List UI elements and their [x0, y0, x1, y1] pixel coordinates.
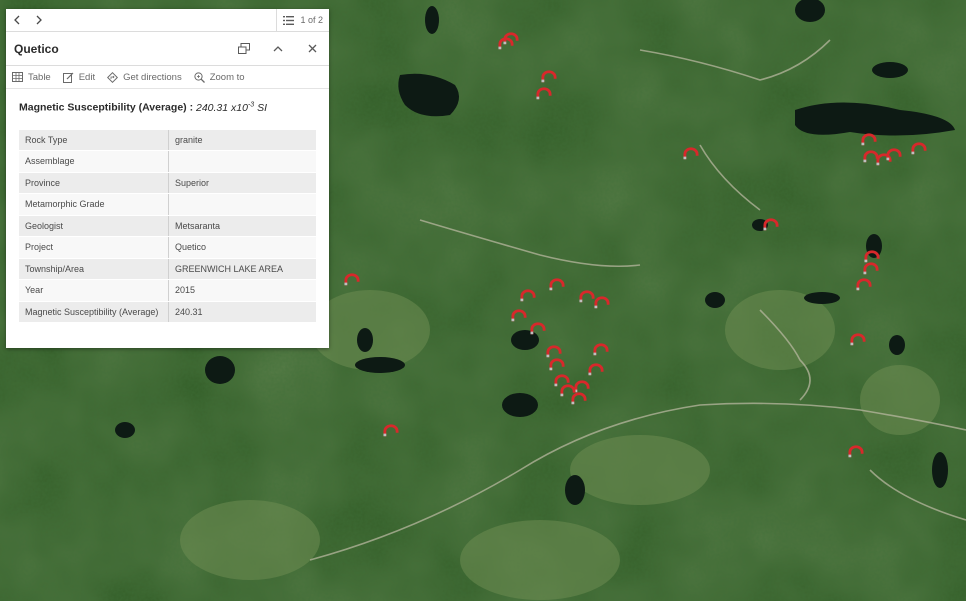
attribute-value: granite — [168, 129, 316, 151]
attribute-value: Quetico — [168, 236, 316, 259]
popup-content-heading: Magnetic Susceptibility (Average) : 240.… — [6, 89, 329, 114]
previous-feature-button[interactable] — [6, 9, 28, 31]
attribute-key: Geologist — [19, 215, 169, 237]
feature-count: 1 of 2 — [300, 15, 323, 25]
chevron-left-icon — [14, 15, 20, 25]
directions-icon — [107, 71, 119, 83]
attribute-key: Province — [19, 172, 169, 194]
dock-icon — [238, 43, 250, 54]
get-directions-action-label: Get directions — [123, 71, 182, 83]
attribute-key: Year — [19, 279, 169, 302]
attribute-row: Geologist Metsaranta — [19, 215, 316, 237]
attribute-value — [168, 193, 316, 216]
attribute-table: Rock Type granite Assemblage Province Supe… — [19, 129, 316, 324]
attribute-row: Assemblage — [19, 150, 316, 173]
attribute-row: Township/Area GREENWICH LAKE AREA — [19, 258, 316, 280]
popup-pager: 1 of 2 — [6, 9, 329, 32]
chevron-right-icon — [36, 15, 42, 25]
next-feature-button[interactable] — [28, 9, 50, 31]
collapse-button[interactable] — [261, 32, 295, 65]
attribute-value: 2015 — [168, 279, 316, 302]
heading-unit: SI — [254, 101, 268, 114]
feature-popup: 1 of 2 Quetico Table Edit Get directions — [6, 9, 329, 348]
attribute-key: Metamorphic Grade — [19, 193, 169, 216]
heading-number: 240.31 x10 — [195, 101, 248, 114]
popup-actions: Table Edit Get directions Zoom to — [6, 66, 329, 89]
popup-title: Quetico — [14, 41, 59, 56]
attribute-row: Metamorphic Grade — [19, 193, 316, 216]
attribute-row: Project Quetico — [19, 236, 316, 259]
attribute-value: 240.31 — [168, 301, 316, 323]
zoom-to-action-label: Zoom to — [209, 71, 245, 83]
chevron-up-icon — [273, 45, 283, 51]
attribute-key: Magnetic Susceptibility (Average) — [19, 301, 169, 323]
attribute-value: GREENWICH LAKE AREA — [168, 258, 316, 280]
edit-icon — [62, 72, 74, 83]
table-action-label: Table — [28, 71, 51, 83]
attribute-value: Metsaranta — [168, 215, 316, 237]
attribute-key: Township/Area — [19, 258, 169, 280]
attribute-key: Assemblage — [19, 150, 169, 173]
list-icon — [283, 15, 295, 25]
popup-header: Quetico — [6, 32, 329, 66]
attribute-value: Superior — [168, 172, 316, 194]
dock-button[interactable] — [227, 32, 261, 65]
table-icon — [12, 72, 23, 82]
edit-action[interactable]: Edit — [62, 71, 96, 83]
get-directions-action[interactable]: Get directions — [107, 71, 182, 83]
close-button[interactable] — [295, 32, 329, 65]
feature-list-button[interactable]: 1 of 2 — [276, 9, 329, 31]
attribute-key: Project — [19, 236, 169, 259]
attribute-key: Rock Type — [19, 129, 169, 151]
attribute-row: Rock Type granite — [19, 129, 316, 151]
attribute-value — [168, 150, 316, 173]
table-action[interactable]: Table — [12, 72, 51, 83]
zoom-to-action[interactable]: Zoom to — [194, 72, 245, 83]
heading-label: Magnetic Susceptibility (Average) : — [19, 101, 196, 114]
attribute-row: Magnetic Susceptibility (Average) 240.31 — [19, 301, 316, 323]
attribute-row: Province Superior — [19, 172, 316, 194]
heading-value: 240.31 x10-3 SI — [195, 101, 268, 114]
edit-action-label: Edit — [78, 71, 96, 83]
zoom-to-icon — [194, 71, 205, 83]
close-icon — [308, 44, 316, 53]
attribute-row: Year 2015 — [19, 279, 316, 302]
